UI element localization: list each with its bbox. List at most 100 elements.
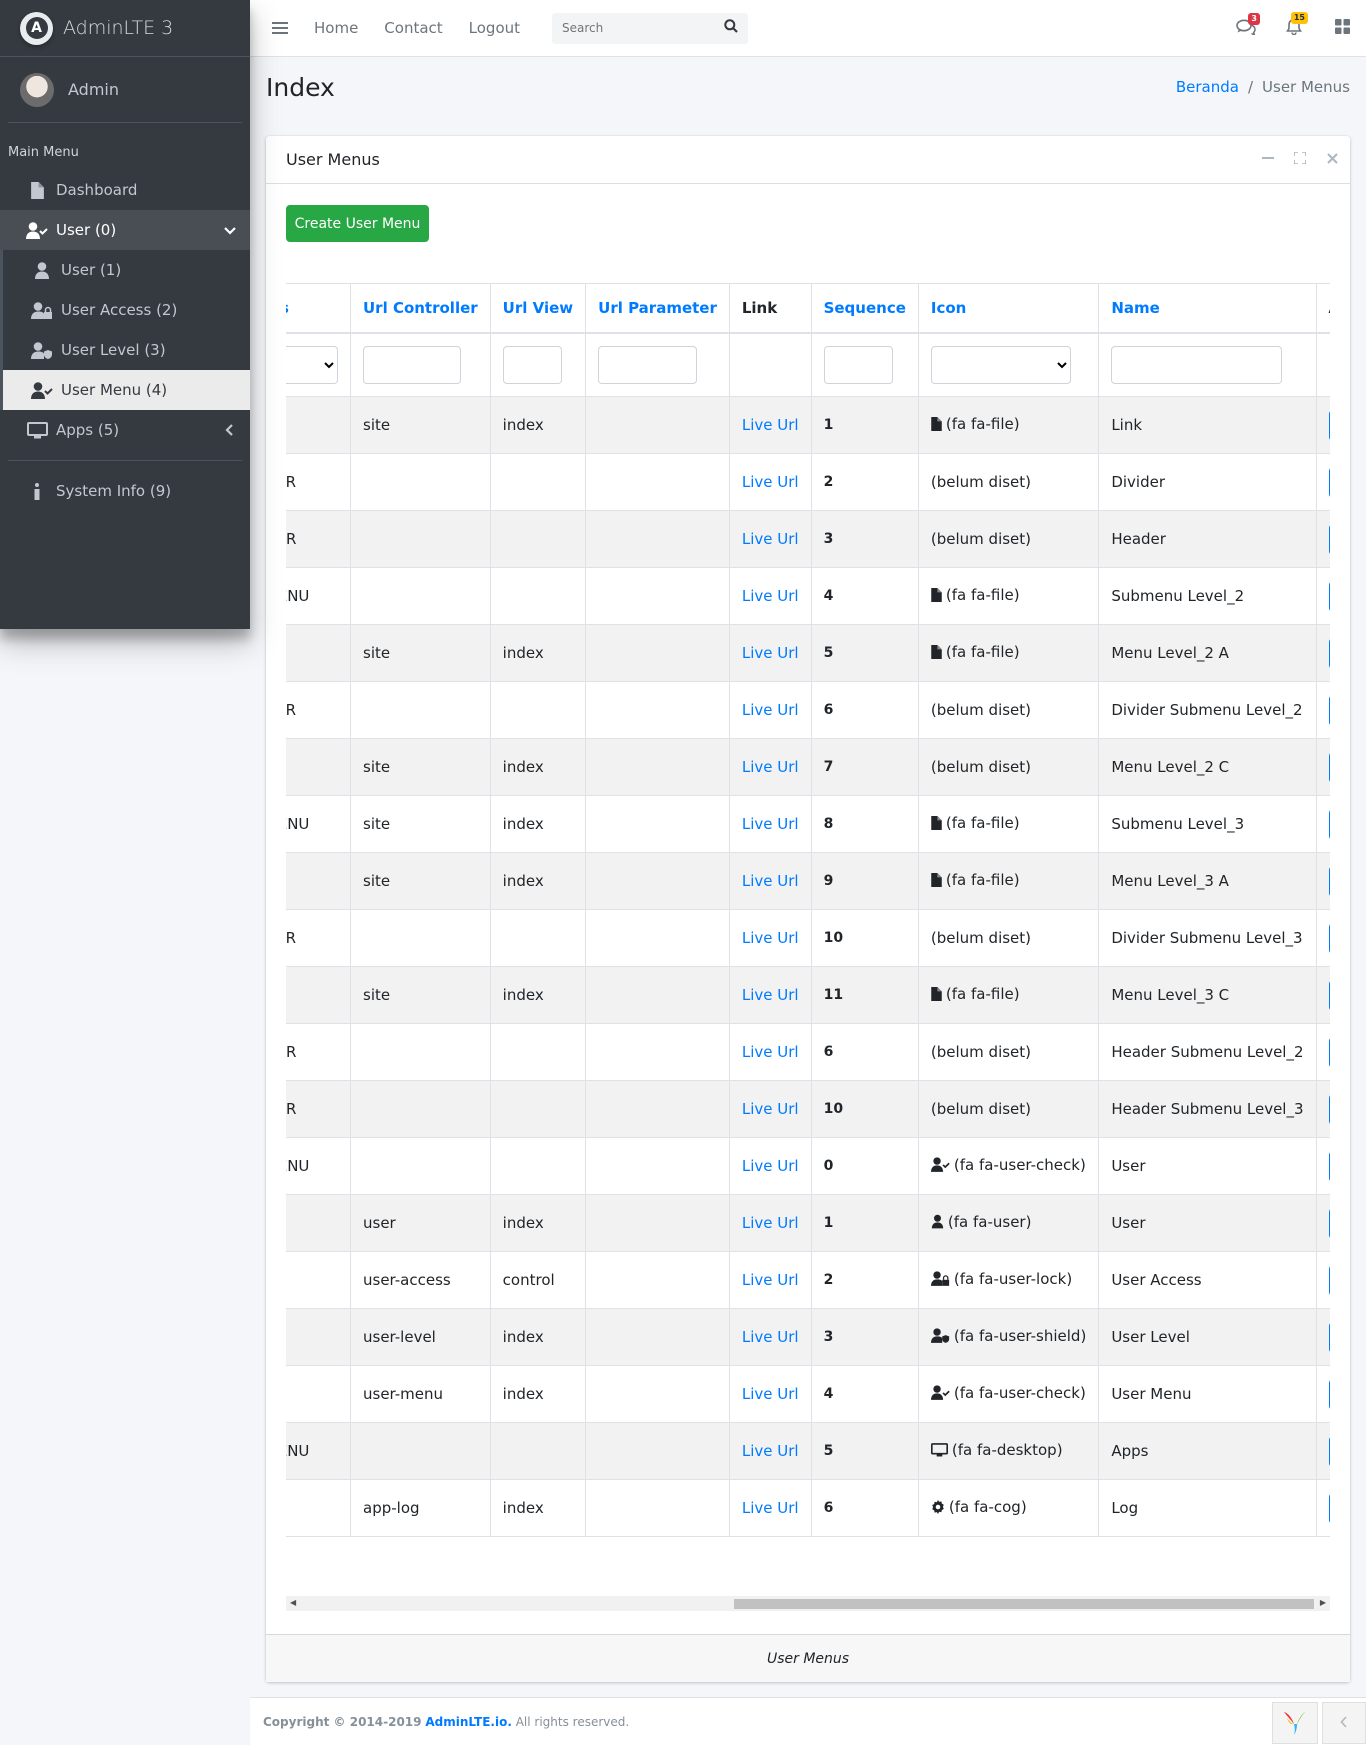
live-url-link[interactable]: Live Url bbox=[742, 473, 799, 491]
view-button[interactable] bbox=[1328, 1207, 1330, 1239]
view-button[interactable] bbox=[1328, 1264, 1330, 1296]
view-button[interactable] bbox=[1328, 466, 1330, 498]
column-header-url-view[interactable]: Url View bbox=[489, 283, 587, 334]
column-header-url-controller[interactable]: Url Controller bbox=[350, 283, 491, 334]
cell-name: Menu Level_2 A bbox=[1098, 624, 1317, 682]
cell-name: Divider Submenu Level_2 bbox=[1098, 681, 1317, 739]
nav-link-home[interactable]: Home bbox=[314, 19, 358, 37]
close-icon[interactable] bbox=[1324, 150, 1340, 166]
view-button[interactable] bbox=[1328, 523, 1330, 555]
icon-filter-select[interactable] bbox=[930, 345, 1071, 384]
menu-toggle-icon[interactable] bbox=[272, 19, 288, 37]
live-url-link[interactable]: Live Url bbox=[742, 929, 799, 947]
cell-name: Header Submenu Level_3 bbox=[1098, 1080, 1317, 1138]
view-button[interactable] bbox=[1328, 1036, 1330, 1068]
user-panel[interactable]: Admin bbox=[8, 57, 242, 123]
view-button[interactable] bbox=[1328, 922, 1330, 954]
chevron-left-icon bbox=[224, 422, 236, 440]
scroll-right-icon[interactable]: ▶ bbox=[1320, 1598, 1326, 1607]
minimize-icon[interactable] bbox=[1260, 150, 1276, 166]
live-url-link[interactable]: Live Url bbox=[742, 1271, 799, 1289]
view-button[interactable] bbox=[1328, 694, 1330, 726]
table-row: SUBMENU Live Url 5 (fa fa-desktop) Apps bbox=[286, 1422, 1330, 1480]
brand-link[interactable]: A AdminLTE 3 bbox=[0, 0, 250, 57]
cell-url-view: index bbox=[489, 966, 587, 1024]
sidebar-item-apps[interactable]: Apps (5) bbox=[0, 410, 250, 450]
column-header-status[interactable]: Status bbox=[286, 283, 351, 334]
sidebar-item-system-info[interactable]: System Info (9) bbox=[0, 471, 250, 511]
maximize-icon[interactable] bbox=[1292, 150, 1308, 166]
live-url-link[interactable]: Live Url bbox=[742, 644, 799, 662]
live-url-link[interactable]: Live Url bbox=[742, 1043, 799, 1061]
file-icon bbox=[931, 588, 942, 602]
cell-url-controller: site bbox=[350, 852, 491, 910]
view-button[interactable] bbox=[1328, 808, 1330, 840]
view-button[interactable] bbox=[1328, 1435, 1330, 1467]
live-url-link[interactable]: Live Url bbox=[742, 530, 799, 548]
cell-status bbox=[286, 1194, 351, 1252]
live-url-link[interactable]: Live Url bbox=[742, 1328, 799, 1346]
scrollbar-thumb[interactable] bbox=[734, 1599, 1314, 1609]
live-url-link[interactable]: Live Url bbox=[742, 416, 799, 434]
live-url-link[interactable]: Live Url bbox=[742, 1499, 799, 1517]
footer-brand-link[interactable]: AdminLTE.io. bbox=[425, 1715, 512, 1729]
control-sidebar-toggle[interactable] bbox=[1318, 19, 1366, 38]
sidebar-item-user-group[interactable]: User (0) bbox=[0, 210, 250, 250]
sidebar-item-user-level[interactable]: User Level (3) bbox=[0, 330, 250, 370]
nav-link-contact[interactable]: Contact bbox=[384, 19, 442, 37]
breadcrumb-home[interactable]: Beranda bbox=[1176, 78, 1239, 96]
view-button[interactable] bbox=[1328, 1321, 1330, 1353]
column-header-url-parameter[interactable]: Url Parameter bbox=[585, 283, 730, 334]
view-button[interactable] bbox=[1328, 1492, 1330, 1524]
view-button[interactable] bbox=[1328, 1093, 1330, 1125]
view-button[interactable] bbox=[1328, 580, 1330, 612]
view-button[interactable] bbox=[1328, 865, 1330, 897]
scroll-left-icon[interactable]: ◀ bbox=[290, 1598, 296, 1607]
messages-dropdown[interactable]: 3 bbox=[1222, 12, 1270, 39]
cell-sequence: 10 bbox=[810, 909, 919, 967]
cell-url-view: index bbox=[489, 738, 587, 796]
live-url-link[interactable]: Live Url bbox=[742, 758, 799, 776]
url-parameter-filter-input[interactable] bbox=[598, 345, 698, 384]
cell-url-controller bbox=[350, 909, 491, 967]
cell-name: Menu Level_2 C bbox=[1098, 738, 1317, 796]
url-view-filter-input[interactable] bbox=[502, 345, 562, 384]
cell-status bbox=[286, 966, 351, 1024]
view-button[interactable] bbox=[1328, 979, 1330, 1011]
column-header-sequence[interactable]: Sequence bbox=[810, 283, 919, 334]
status-filter-select[interactable] bbox=[286, 345, 338, 384]
sidebar-item-dashboard[interactable]: Dashboard bbox=[0, 170, 250, 210]
view-button[interactable] bbox=[1328, 409, 1330, 441]
column-header-icon[interactable]: Icon bbox=[917, 283, 1100, 334]
user-name[interactable]: Admin bbox=[68, 80, 119, 99]
sidebar-item-user[interactable]: User (1) bbox=[0, 250, 250, 290]
url-controller-filter-input[interactable] bbox=[363, 345, 461, 384]
view-button[interactable] bbox=[1328, 637, 1330, 669]
nav-link-logout[interactable]: Logout bbox=[469, 19, 520, 37]
sidebar-item-user-access[interactable]: User Access (2) bbox=[0, 290, 250, 330]
create-user-menu-button[interactable]: Create User Menu bbox=[286, 205, 429, 242]
view-button[interactable] bbox=[1328, 1378, 1330, 1410]
horizontal-scrollbar[interactable]: ◀ ▶ bbox=[286, 1596, 1330, 1611]
view-button[interactable] bbox=[1328, 751, 1330, 783]
sequence-filter-input[interactable] bbox=[823, 345, 893, 384]
view-button[interactable] bbox=[1328, 1150, 1330, 1182]
live-url-link[interactable]: Live Url bbox=[742, 1214, 799, 1232]
toolbar-toggle[interactable] bbox=[1322, 1702, 1366, 1744]
live-url-link[interactable]: Live Url bbox=[742, 1385, 799, 1403]
live-url-link[interactable]: Live Url bbox=[742, 701, 799, 719]
yii-debug-logo-icon[interactable] bbox=[1272, 1702, 1318, 1744]
live-url-link[interactable]: Live Url bbox=[742, 815, 799, 833]
live-url-link[interactable]: Live Url bbox=[742, 587, 799, 605]
name-filter-input[interactable] bbox=[1111, 345, 1283, 384]
live-url-link[interactable]: Live Url bbox=[742, 1442, 799, 1460]
search-input[interactable] bbox=[562, 21, 713, 35]
live-url-link[interactable]: Live Url bbox=[742, 1157, 799, 1175]
live-url-link[interactable]: Live Url bbox=[742, 1100, 799, 1118]
column-header-name[interactable]: Name bbox=[1098, 283, 1317, 334]
search-icon[interactable] bbox=[724, 19, 738, 37]
live-url-link[interactable]: Live Url bbox=[742, 872, 799, 890]
live-url-link[interactable]: Live Url bbox=[742, 986, 799, 1004]
sidebar-item-user-menu[interactable]: User Menu (4) bbox=[0, 370, 250, 410]
notifications-dropdown[interactable]: 15 bbox=[1270, 12, 1318, 39]
